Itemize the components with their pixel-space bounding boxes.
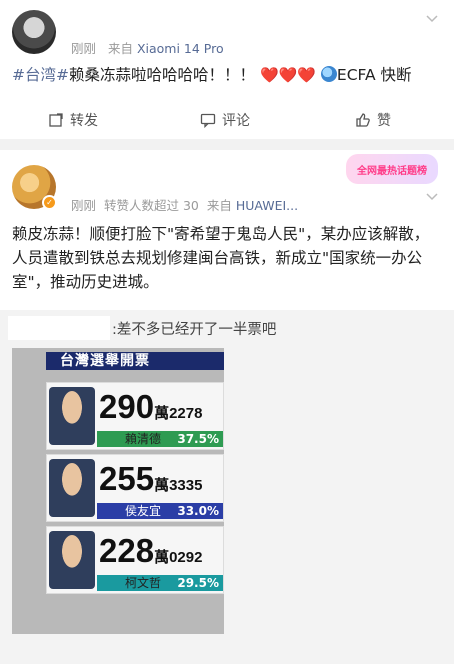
candidate-name: 侯友宜	[125, 504, 162, 518]
topic-tag[interactable]: #台湾#	[12, 66, 69, 84]
repost-label: 转发	[70, 113, 98, 129]
heart-icons: ❤️❤️❤️	[259, 66, 316, 84]
chevron-down-icon[interactable]	[426, 12, 438, 24]
repost-button[interactable]: 转发	[48, 110, 98, 130]
candidate-bar: 賴清德 37.5%	[97, 431, 223, 447]
comment-icon	[200, 113, 216, 128]
post-time: 刚刚	[71, 41, 97, 56]
vote-count: 228萬0292	[99, 532, 203, 569]
election-image[interactable]: 台灣選舉開票 290萬2278 賴清德 37.5% 255萬3335 侯友宜 3…	[12, 348, 224, 634]
candidate-percent: 33.0%	[177, 504, 219, 518]
post-body: 赖桑冻蒜啦哈哈哈哈！！！	[68, 66, 255, 84]
post-source-label: 来自	[206, 198, 232, 213]
candidate-bar: 柯文哲 29.5%	[97, 575, 223, 591]
candidate-card: 228萬0292 柯文哲 29.5%	[46, 526, 224, 594]
post-meta: 刚刚 来自 Xiaomi 14 Pro	[71, 38, 224, 57]
post-text: #台湾#赖桑冻蒜啦哈哈哈哈！！！ ❤️❤️❤️ ECFA 快断	[12, 64, 442, 86]
tv-header: 台灣選舉開票	[46, 352, 224, 370]
repost-icon	[49, 113, 63, 127]
candidate-name: 賴清德	[125, 432, 162, 446]
redacted-username	[8, 316, 110, 340]
post-time: 刚刚	[71, 198, 97, 213]
post-card-2: ✓ 全网最热话题榜 刚刚 转赞人数超过 30 来自 HUAWEI... 赖皮冻蒜…	[0, 150, 454, 664]
candidate-percent: 37.5%	[177, 432, 219, 446]
verified-badge-icon: ✓	[42, 195, 57, 210]
repost-block[interactable]: :差不多已经开了一半票吧 台灣選舉開票 290萬2278 賴清德 37.5% 2…	[0, 310, 454, 664]
post-device[interactable]: HUAWEI...	[236, 198, 298, 213]
like-label: 赞	[377, 113, 391, 129]
vote-count: 290萬2278	[99, 388, 203, 425]
candidate-card: 290萬2278 賴清德 37.5%	[46, 382, 224, 450]
globe-icon	[320, 66, 337, 82]
chevron-down-icon[interactable]	[426, 190, 438, 202]
candidate-photo	[49, 387, 95, 445]
candidate-photo	[49, 459, 95, 517]
thumbs-up-icon	[356, 113, 370, 127]
candidate-photo	[49, 531, 95, 589]
post-text: 赖皮冻蒜！顺便打脸下"寄希望于鬼岛人民"，某办应该解散，人员遣散到铁总去规划修建…	[12, 225, 430, 291]
vote-count: 255萬3335	[99, 460, 203, 497]
promo-badge[interactable]: 全网最热话题榜	[346, 154, 438, 184]
comment-label: 评论	[222, 113, 250, 129]
avatar[interactable]	[12, 10, 56, 54]
post-count: 转赞人数超过 30	[103, 198, 199, 213]
comment-button[interactable]: 评论	[200, 110, 250, 130]
candidate-bar: 侯友宜 33.0%	[97, 503, 223, 519]
post-card-1: 刚刚 来自 Xiaomi 14 Pro #台湾#赖桑冻蒜啦哈哈哈哈！！！ ❤️❤…	[0, 0, 454, 139]
candidate-name: 柯文哲	[125, 576, 162, 590]
post-device[interactable]: Xiaomi 14 Pro	[137, 41, 224, 56]
repost-text: :差不多已经开了一半票吧	[112, 322, 277, 338]
action-bar: 转发 评论 赞	[0, 104, 454, 136]
like-button[interactable]: 赞	[355, 110, 391, 130]
candidate-card: 255萬3335 侯友宜 33.0%	[46, 454, 224, 522]
candidate-percent: 29.5%	[177, 576, 219, 590]
post-meta: 刚刚 转赞人数超过 30 来自 HUAWEI...	[71, 195, 298, 214]
repost-body: 差不多已经开了一半票吧	[116, 322, 277, 338]
post-source-label: 来自	[107, 41, 133, 56]
post-tail-text: ECFA 快断	[336, 66, 412, 84]
